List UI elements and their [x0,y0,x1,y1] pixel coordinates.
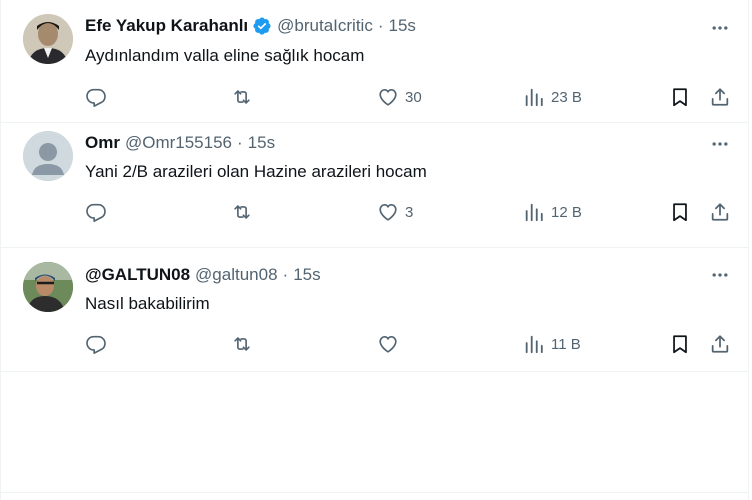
bookmark-icon [673,335,687,354]
bookmark-button[interactable] [669,331,691,357]
retweet-icon [234,337,250,351]
tweet-text: Nasıl bakabilirim [85,294,210,313]
share-button[interactable] [709,84,731,110]
more-icon[interactable] [709,264,731,286]
retweet-icon [234,90,250,104]
timestamp[interactable]: 15s [293,265,320,285]
reply-button[interactable] [85,199,107,225]
views-button[interactable]: 11 B [523,331,581,357]
like-button[interactable]: 30 [377,84,422,110]
default-avatar-icon [23,131,73,181]
separator: · [282,265,289,284]
retweet-button[interactable] [231,199,253,225]
empty-feed-area [1,372,748,493]
reply-icon [86,203,106,222]
display-name[interactable]: Omr [85,133,120,153]
handle[interactable]: @brutaIcritic [277,16,373,36]
share-icon [711,88,729,106]
tweet-header: Omr @Omr155156 · 15s [85,133,275,153]
avatar-photo [23,262,73,312]
retweet-button[interactable] [231,331,253,357]
verified-badge-icon [252,16,272,36]
like-count: 3 [405,203,414,221]
avatar[interactable] [23,262,73,312]
views-button[interactable]: 23 B [523,84,582,110]
like-count: 30 [405,88,422,106]
reply-icon [86,335,106,354]
action-bar: 11 B [85,331,735,357]
views-icon [525,88,543,107]
share-icon [711,203,729,221]
separator: · [377,16,384,35]
bookmark-icon [673,88,687,107]
handle[interactable]: @galtun08 [195,265,278,285]
reply-feed: Efe Yakup Karahanlı @brutaIcritic · 15s … [0,0,749,500]
tweet-header: Efe Yakup Karahanlı @brutaIcritic · 15s [85,16,416,36]
retweet-icon [234,205,250,219]
view-count: 23 B [551,88,582,106]
tweet-header: @GALTUN08 @galtun08 · 15s [85,265,321,285]
timestamp[interactable]: 15s [389,16,416,36]
display-name[interactable]: Efe Yakup Karahanlı [85,16,248,36]
reply-button[interactable] [85,331,107,357]
views-icon [525,203,543,222]
views-icon [525,335,543,354]
avatar-photo [23,14,73,64]
action-bar: 30 23 B [85,84,735,110]
heart-icon [379,204,397,221]
timestamp[interactable]: 15s [248,133,275,153]
tweet-2[interactable]: Omr @Omr155156 · 15s Yani 2/B arazileri … [1,123,748,248]
reply-button[interactable] [85,84,107,110]
bookmark-icon [673,203,687,222]
view-count: 11 B [551,335,581,353]
share-icon [711,335,729,353]
share-button[interactable] [709,199,731,225]
heart-icon [379,89,397,106]
reply-icon [86,88,106,107]
bookmark-button[interactable] [669,199,691,225]
action-bar: 3 12 B [85,199,735,225]
tweet-1[interactable]: Efe Yakup Karahanlı @brutaIcritic · 15s … [1,0,748,123]
views-button[interactable]: 12 B [523,199,582,225]
more-icon[interactable] [709,17,731,39]
handle[interactable]: @Omr155156 [125,133,232,153]
retweet-button[interactable] [231,84,253,110]
avatar[interactable] [23,14,73,64]
heart-icon [379,336,397,353]
share-button[interactable] [709,331,731,357]
like-button[interactable] [377,331,405,357]
more-icon[interactable] [709,133,731,155]
tweet-3[interactable]: @GALTUN08 @galtun08 · 15s Nasıl bakabili… [1,248,748,372]
separator: · [237,133,243,152]
view-count: 12 B [551,203,582,221]
like-button[interactable]: 3 [377,199,413,225]
display-name[interactable]: @GALTUN08 [85,265,190,285]
tweet-text: Aydınlandım valla eline sağlık hocam [85,46,365,65]
bookmark-button[interactable] [669,84,691,110]
avatar[interactable] [23,131,73,181]
tweet-text: Yani 2/B arazileri olan Hazine arazileri… [85,162,427,181]
